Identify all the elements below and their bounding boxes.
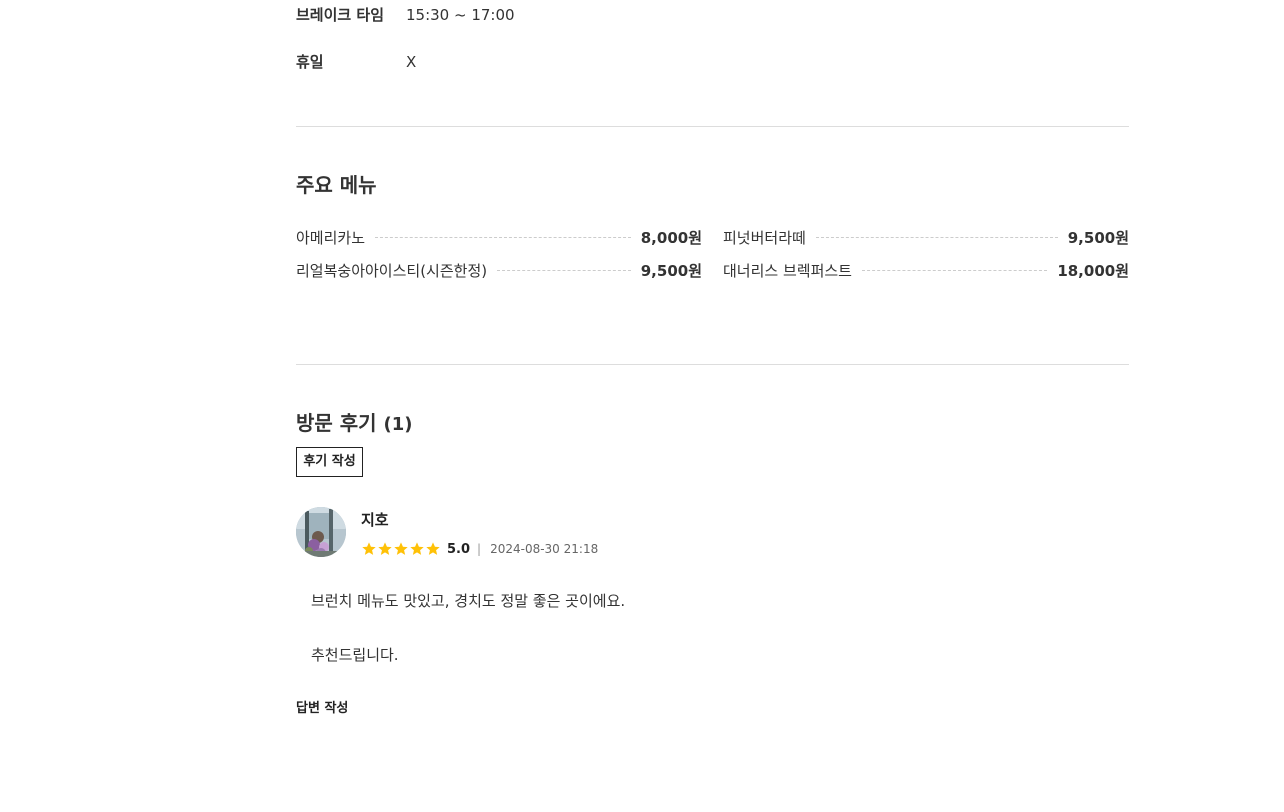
review-count: (1)	[383, 414, 413, 435]
menu-item-name: 아메리카노	[296, 228, 366, 247]
menu-item: 피넛버터라떼 9,500원	[723, 226, 1129, 248]
menu-item-leader	[375, 236, 631, 238]
star-icon	[362, 542, 376, 555]
star-icon	[394, 542, 408, 555]
menu-item-price: 8,000원	[640, 228, 702, 247]
menu-item-price: 18,000원	[1057, 261, 1129, 280]
holiday-label: 휴일	[296, 53, 324, 71]
rating-value: 5.0	[447, 541, 471, 557]
menu-item: 아메리카노 8,000원	[296, 226, 702, 248]
review-title-text: 방문 후기	[296, 411, 377, 435]
section-divider	[296, 364, 1129, 365]
holiday-value: X	[406, 53, 417, 71]
write-reply-button[interactable]: 답변 작성	[296, 700, 348, 718]
menu-item-price: 9,500원	[1067, 228, 1129, 247]
star-rating	[361, 541, 441, 557]
review-date: 2024-08-30 21:18	[490, 542, 599, 556]
menu-section-title: 주요 메뉴	[296, 173, 377, 197]
menu-item-name: 피넛버터라떼	[723, 228, 806, 247]
review-text: 브런치 메뉴도 맛있고, 경치도 정말 좋은 곳이에요.	[311, 592, 626, 610]
reviewer-avatar	[296, 507, 346, 557]
menu-item-price: 9,500원	[640, 261, 702, 280]
menu-item-leader	[815, 236, 1058, 238]
section-divider	[296, 126, 1129, 127]
menu-item-leader	[497, 269, 631, 271]
menu-item: 대너리스 브렉퍼스트 18,000원	[723, 259, 1129, 281]
star-icon	[410, 542, 424, 555]
break-time-label: 브레이크 타임	[296, 6, 385, 24]
menu-item-leader	[861, 269, 1048, 271]
review-section-title: 방문 후기 (1)	[296, 410, 413, 438]
review-meta: 5.0 | 2024-08-30 21:18	[361, 539, 598, 559]
star-icon	[426, 542, 440, 555]
menu-item: 리얼복숭아아이스티(시즌한정) 9,500원	[296, 259, 702, 281]
menu-item-name: 대너리스 브렉퍼스트	[723, 261, 852, 280]
star-icon	[378, 542, 392, 555]
user-avatar-photo	[296, 507, 346, 557]
break-time-value: 15:30 ~ 17:00	[406, 6, 515, 24]
review-text: 추천드립니다.	[311, 646, 399, 664]
meta-separator: |	[477, 542, 482, 556]
write-review-button[interactable]: 후기 작성	[296, 447, 363, 477]
menu-item-name: 리얼복숭아아이스티(시즌한정)	[296, 261, 488, 280]
reviewer-name: 지호	[361, 511, 389, 529]
